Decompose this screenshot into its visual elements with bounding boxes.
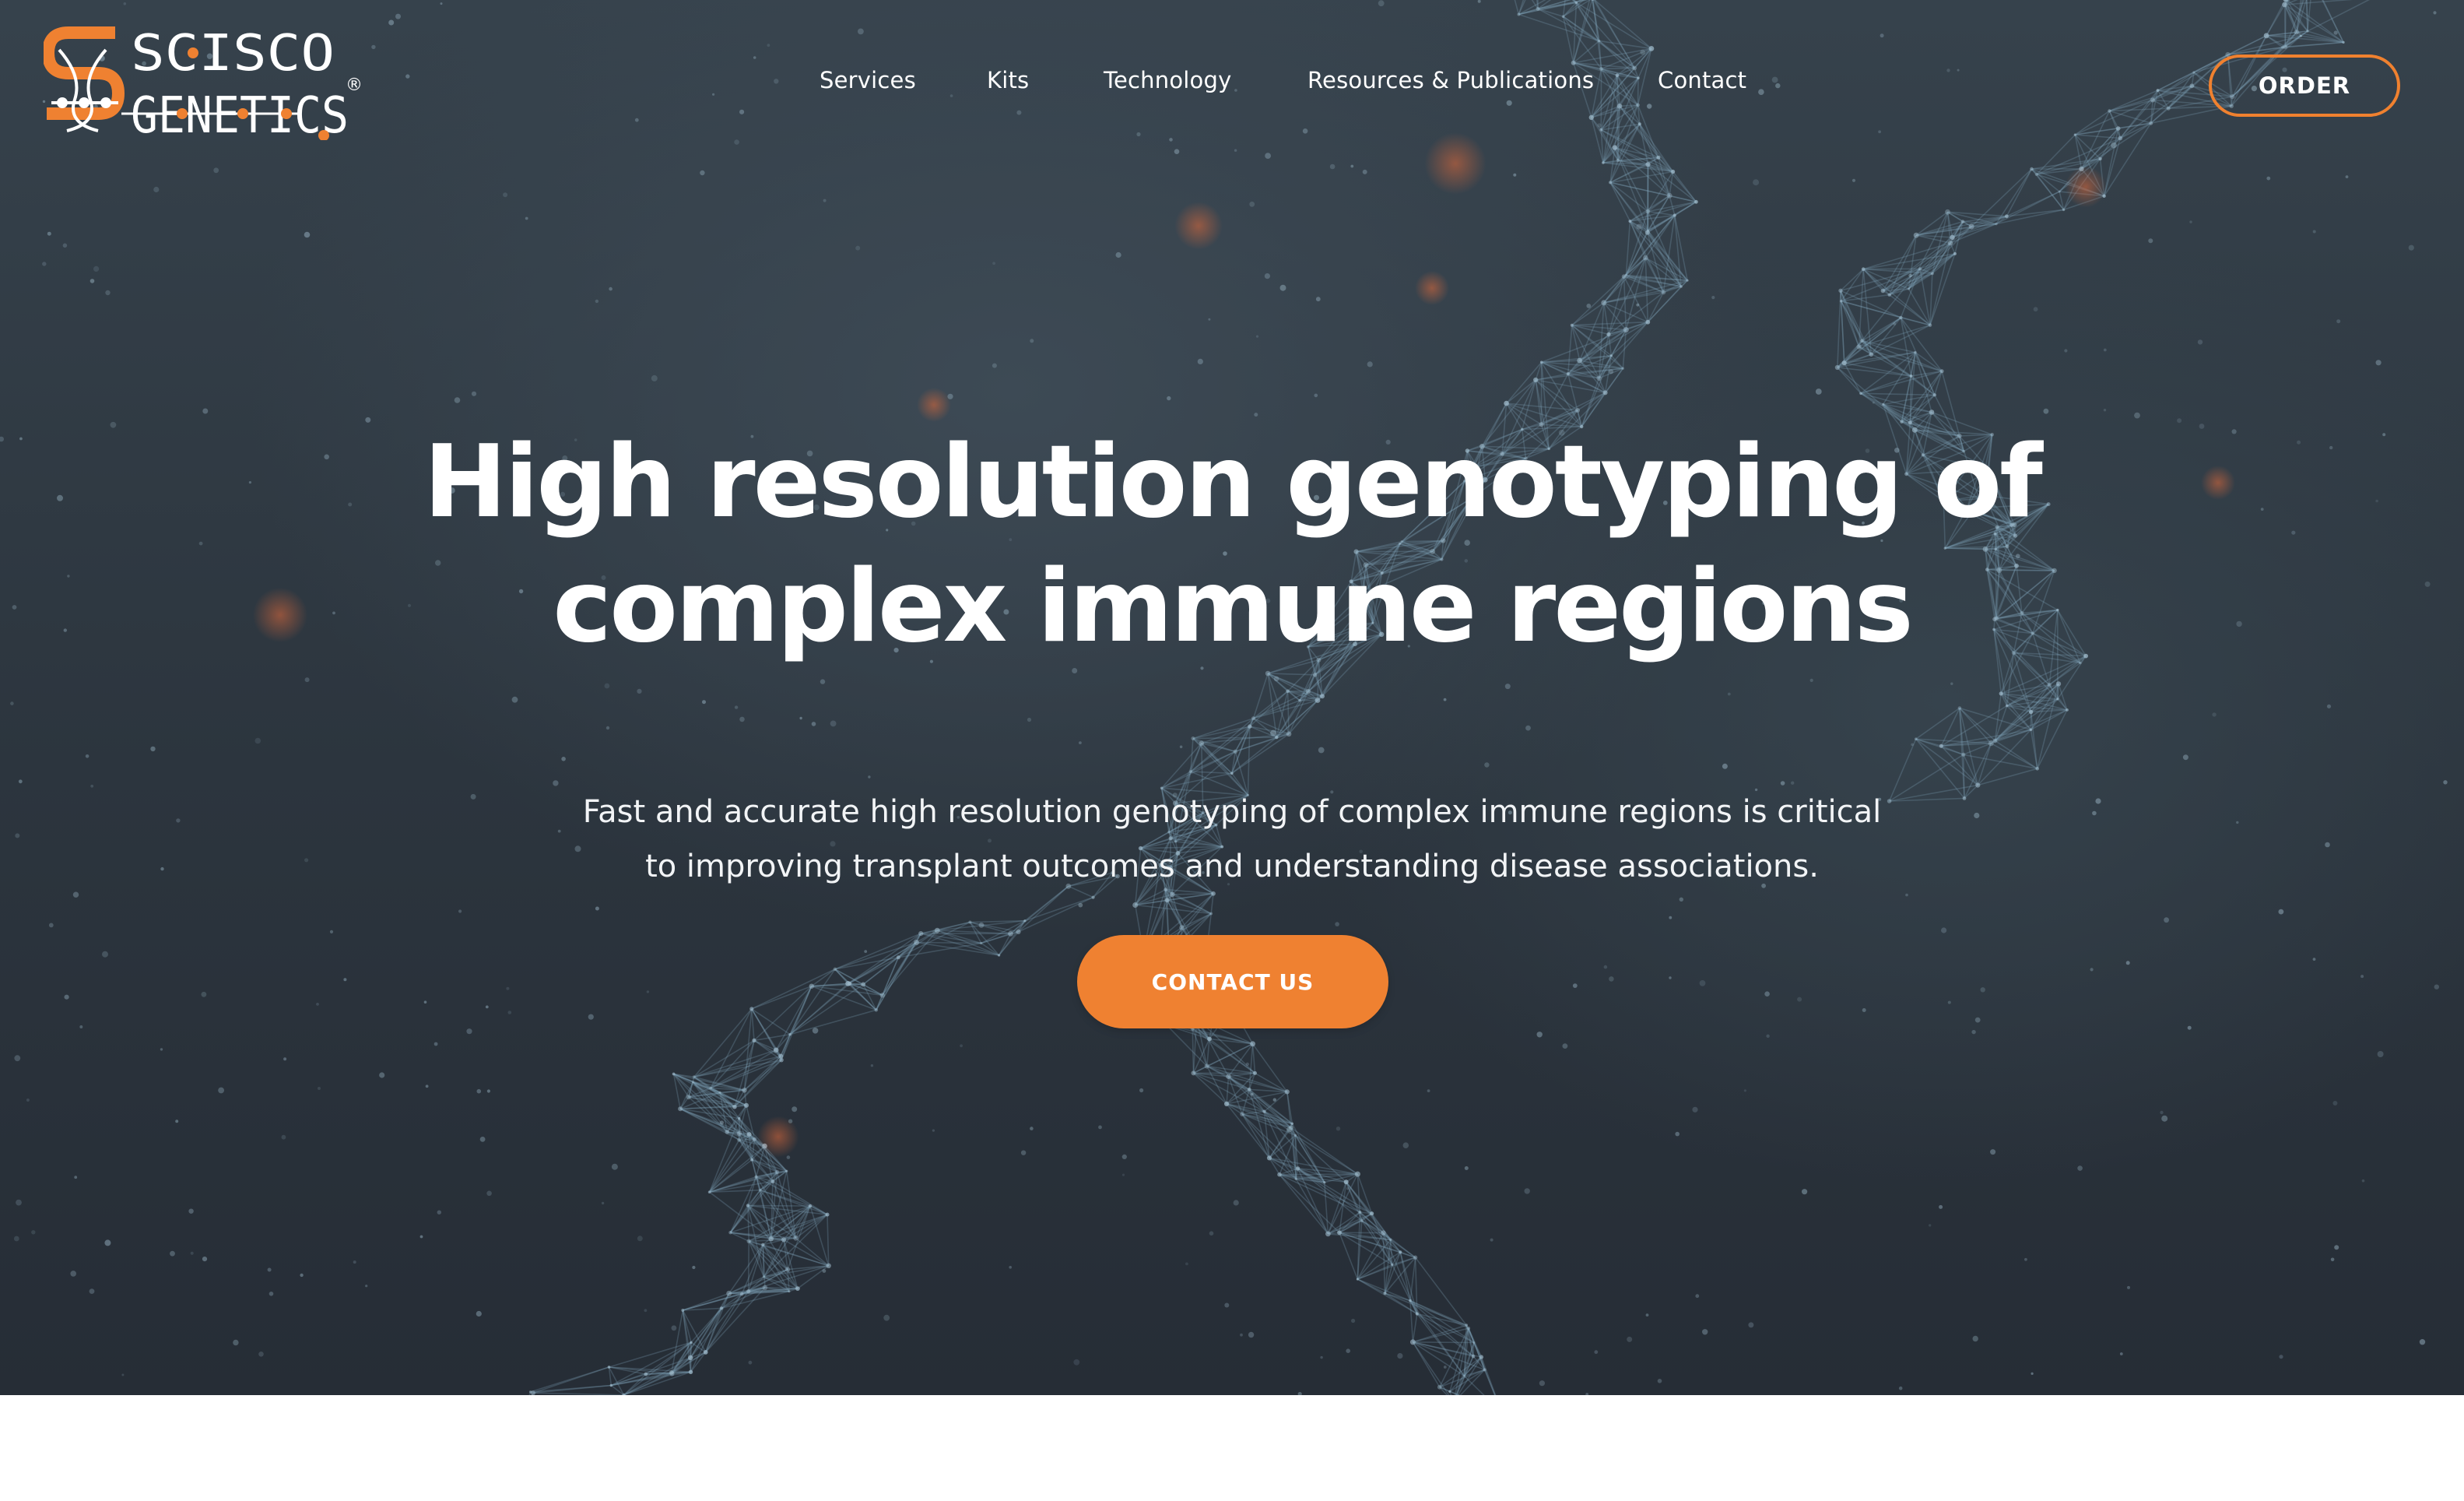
scisco-genetics-logo[interactable]: SCISCO GENETICS ® [41,22,363,145]
svg-text:®: ® [346,76,363,95]
hero-subtext: Fast and accurate high resolution genoty… [454,785,2010,894]
nav-item-resources-publications[interactable]: Resources & Publications [1307,67,1594,93]
hero-subtext-line1: Fast and accurate high resolution genoty… [582,794,1882,830]
nav-item-services[interactable]: Services [820,67,916,93]
nav-item-technology[interactable]: Technology [1104,67,1231,93]
hero-headline-line1: High resolution genotyping of [423,424,2043,540]
nav-item-contact[interactable]: Contact [1658,67,1746,93]
below-hero-section [0,1395,2464,1501]
hero-headline-line2: complex immune regions [553,549,1914,665]
nav-item-kits[interactable]: Kits [987,67,1029,93]
dna-helix-logo-icon: SCISCO GENETICS ® [41,25,363,145]
svg-text:SCISCO: SCISCO [131,25,335,83]
dna-network-background [0,0,2448,1395]
hero-headline: High resolution genotyping of complex im… [298,420,2166,670]
hero-subtext-line2: to improving transplant outcomes and und… [645,849,1819,884]
order-button[interactable]: ORDER [2209,54,2400,117]
contact-us-button[interactable]: CONTACT US [1077,935,1388,1028]
hero-section: SCISCO GENETICS ® Services Kits Technolo… [0,0,2464,1395]
